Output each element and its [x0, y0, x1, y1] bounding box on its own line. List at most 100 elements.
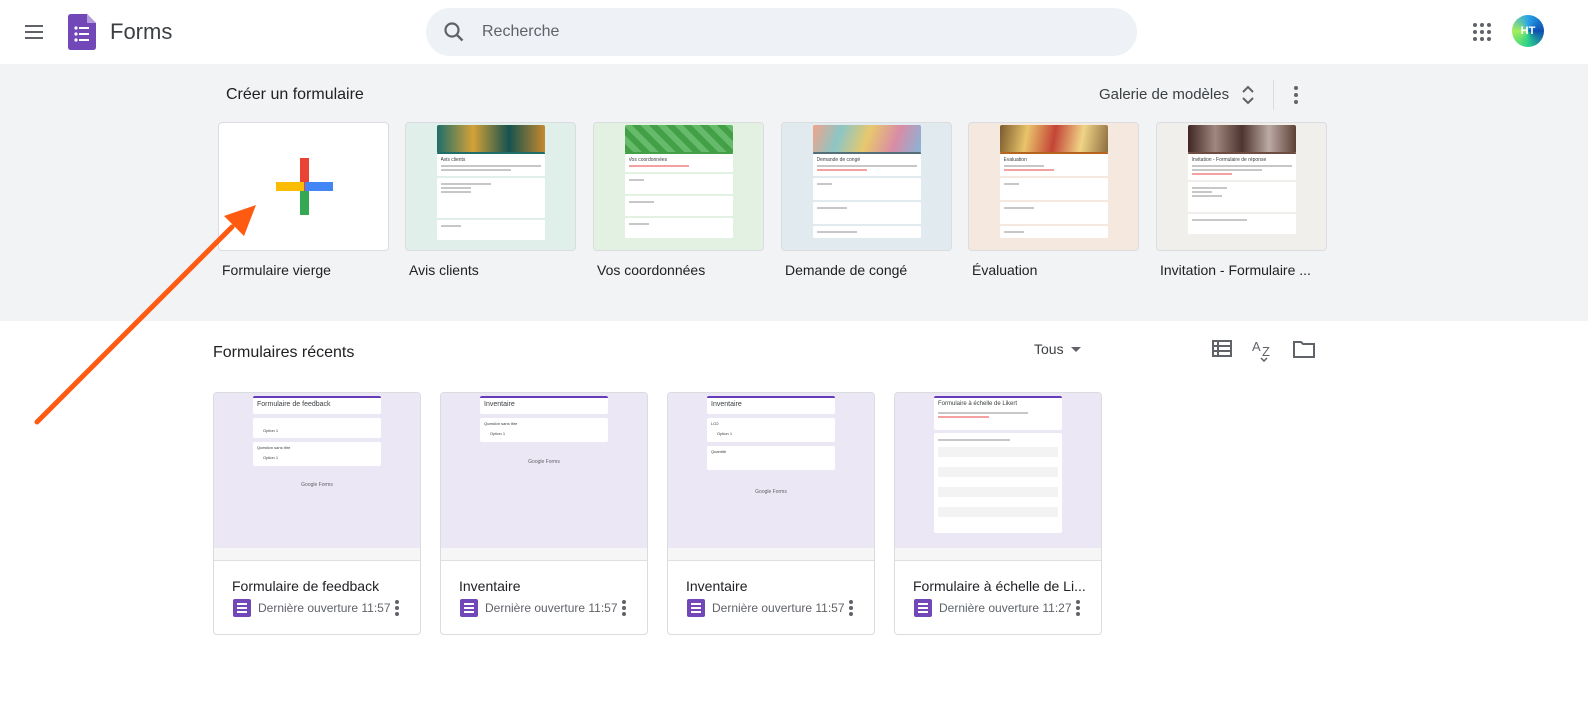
- template-gallery-button[interactable]: Galerie de modèles: [1099, 86, 1229, 103]
- recent-form-card[interactable]: Inventaire LO2 Option 1 Quantité Google …: [667, 392, 875, 635]
- template-invitation[interactable]: Invitation - Formulaire de réponse Invit…: [1156, 122, 1327, 278]
- template-blank[interactable]: Formulaire vierge: [218, 122, 389, 278]
- template-label[interactable]: Évaluation: [972, 262, 1037, 278]
- mini-form-header: Inventaire: [707, 396, 835, 414]
- last-opened: Dernière ouverture 11:57: [485, 601, 618, 615]
- banner-image: [812, 125, 921, 152]
- mini-option: Option 1: [717, 431, 733, 436]
- template-vos-coordonnees[interactable]: Vos coordonnées Vos coordonnées: [593, 122, 764, 278]
- mini-question: Question sans titre: [484, 421, 518, 426]
- more-options-icon[interactable]: [1282, 80, 1310, 110]
- template-thumbnail[interactable]: Invitation - Formulaire de réponse: [1156, 122, 1327, 251]
- form-thumbnail[interactable]: Formulaire à échelle de Likert: [895, 393, 1101, 548]
- mini-form-question: [436, 178, 545, 218]
- mini-form-question: [624, 218, 733, 238]
- mini-form-title: Vos coordonnées: [628, 157, 668, 163]
- template-evaluation[interactable]: Évaluation Évaluation: [968, 122, 1139, 278]
- sort-az-icon[interactable]: A Z: [1249, 336, 1277, 362]
- forms-file-icon: [687, 599, 705, 617]
- gallery-title: Créer un formulaire: [226, 86, 364, 103]
- mini-form-title: Inventaire: [484, 401, 515, 408]
- mini-footer-brand: Google Forms: [755, 489, 787, 495]
- template-label[interactable]: Vos coordonnées: [597, 262, 705, 278]
- form-thumbnail[interactable]: Inventaire Question sans titre Option 1 …: [441, 393, 647, 548]
- mini-form-question: [1187, 182, 1296, 212]
- unfold-more-icon[interactable]: [1238, 84, 1258, 106]
- template-thumbnail[interactable]: Demande de congé: [781, 122, 952, 251]
- form-name[interactable]: Inventaire: [459, 578, 639, 594]
- more-options-icon[interactable]: [1071, 597, 1085, 619]
- recent-form-card[interactable]: Inventaire Question sans titre Option 1 …: [440, 392, 648, 635]
- last-opened: Dernière ouverture 11:57: [712, 601, 845, 615]
- mini-form-question: [436, 220, 545, 240]
- plus-icon: [276, 158, 333, 215]
- thumbnail-strip: [895, 548, 1101, 561]
- mini-form-question: LO2 Option 1: [707, 418, 835, 442]
- forms-home: Forms HT Créer un formulaire Galerie de …: [0, 0, 1588, 723]
- more-options-icon[interactable]: [844, 597, 858, 619]
- more-options-icon[interactable]: [390, 597, 404, 619]
- mini-form-title: Formulaire à échelle de Likert: [938, 401, 1018, 407]
- form-name[interactable]: Formulaire de feedback: [232, 578, 412, 594]
- mini-form-question: [999, 202, 1108, 224]
- mini-form-header: Inventaire: [480, 396, 608, 414]
- template-label[interactable]: Formulaire vierge: [222, 262, 331, 278]
- form-name[interactable]: Formulaire à échelle de Li...: [913, 578, 1093, 594]
- template-thumbnail[interactable]: Vos coordonnées: [593, 122, 764, 251]
- search-input[interactable]: [482, 8, 1082, 56]
- mini-question: LO2: [711, 421, 719, 426]
- mini-form-question: [812, 202, 921, 224]
- mini-form-question: Question sans titre Option 1: [480, 418, 608, 442]
- svg-text:Z: Z: [1262, 344, 1270, 359]
- banner-image: [436, 125, 545, 152]
- mini-form-header: Avis clients: [436, 152, 545, 176]
- mini-form-question: [812, 178, 921, 200]
- banner-image: [624, 125, 733, 152]
- template-label[interactable]: Avis clients: [409, 262, 479, 278]
- search-icon[interactable]: [442, 20, 466, 44]
- mini-form-question: [624, 174, 733, 194]
- forms-logo-icon[interactable]: [68, 14, 96, 50]
- template-demande-de-conge[interactable]: Demande de congé Demande de congé: [781, 122, 952, 278]
- mini-form-question: Option 1: [253, 418, 381, 438]
- template-label[interactable]: Invitation - Formulaire ...: [1160, 262, 1311, 278]
- form-thumbnail[interactable]: Formulaire de feedback Option 1 Question…: [214, 393, 420, 548]
- mini-form-question: [1187, 214, 1296, 234]
- folder-icon[interactable]: [1290, 336, 1318, 362]
- mini-form-title: Formulaire de feedback: [257, 401, 331, 408]
- banner-image: [1187, 125, 1296, 152]
- main-menu-button[interactable]: [14, 12, 54, 52]
- app-title[interactable]: Forms: [110, 19, 172, 45]
- mini-form-title: Avis clients: [440, 157, 466, 163]
- mini-form-question: [999, 226, 1108, 238]
- mini-likert-grid: [934, 433, 1062, 533]
- mini-option: Option 1: [263, 455, 279, 460]
- divider: [1273, 80, 1274, 110]
- list-view-icon[interactable]: [1208, 336, 1236, 362]
- search-bar[interactable]: [426, 8, 1137, 56]
- form-thumbnail[interactable]: Inventaire LO2 Option 1 Quantité Google …: [668, 393, 874, 548]
- google-apps-icon[interactable]: [1462, 12, 1502, 52]
- recent-form-card[interactable]: Formulaire de feedback Option 1 Question…: [213, 392, 421, 635]
- mini-form-title: Évaluation: [1003, 157, 1027, 163]
- mini-form-question: [624, 196, 733, 216]
- template-thumbnail[interactable]: Évaluation: [968, 122, 1139, 251]
- mini-form-question: [812, 226, 921, 238]
- top-bar: Forms HT: [0, 0, 1588, 64]
- mini-form-question: Quantité: [707, 446, 835, 470]
- template-thumbnail[interactable]: [218, 122, 389, 251]
- account-avatar[interactable]: HT: [1512, 15, 1544, 47]
- mini-form-header: Formulaire à échelle de Likert: [934, 396, 1062, 430]
- mini-footer-brand: Google Forms: [528, 459, 560, 465]
- template-label[interactable]: Demande de congé: [785, 262, 907, 278]
- template-thumbnail[interactable]: Avis clients: [405, 122, 576, 251]
- form-name[interactable]: Inventaire: [686, 578, 866, 594]
- mini-form-title: Inventaire: [711, 401, 742, 408]
- template-avis-clients[interactable]: Avis clients Avis clients: [405, 122, 576, 278]
- recent-form-card[interactable]: Formulaire à échelle de Likert Formulair…: [894, 392, 1102, 635]
- mini-form-header: Vos coordonnées: [624, 152, 733, 172]
- more-options-icon[interactable]: [617, 597, 631, 619]
- thumbnail-strip: [441, 548, 647, 561]
- dropdown-arrow-icon[interactable]: [1071, 347, 1081, 352]
- owner-filter-dropdown[interactable]: Tous: [1034, 341, 1064, 357]
